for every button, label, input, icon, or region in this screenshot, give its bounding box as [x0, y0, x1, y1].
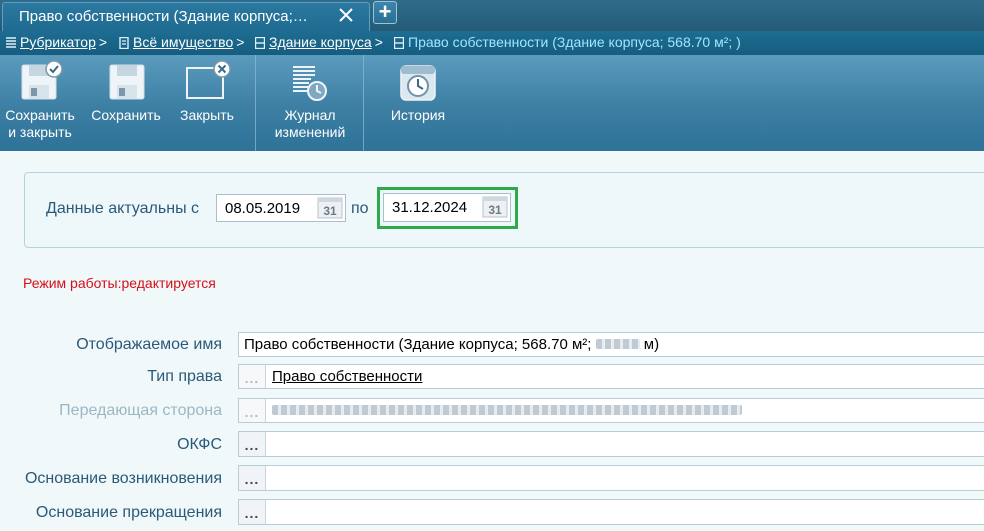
history-button[interactable]: История — [380, 55, 456, 151]
breadcrumb-link[interactable]: Рубрикатор — [20, 34, 96, 50]
calendar-day-label: 31 — [323, 204, 337, 218]
history-icon — [400, 65, 436, 101]
record-icon — [255, 37, 265, 49]
termination-basis-label: Основание прекращения — [35, 504, 222, 521]
close-icon[interactable] — [337, 6, 355, 24]
right-type-label: Тип права — [147, 368, 222, 385]
breadcrumb-separator: > — [236, 34, 245, 50]
date-from-input[interactable]: 08.05.2019 31 — [216, 194, 346, 222]
save-and-close-icon — [21, 60, 63, 100]
breadcrumb-current-label: Право собственности (Здание корпуса; 568… — [408, 34, 741, 50]
save-button[interactable]: Сохранить — [86, 55, 166, 151]
toolbar-separator — [363, 55, 364, 151]
breadcrumb-current: Право собственности (Здание корпуса; 568… — [394, 31, 741, 54]
termination-basis-field[interactable]: ... — [238, 499, 984, 525]
date-range-panel: Данные актуальны с 08.05.2019 31 по 31.1… — [24, 172, 984, 248]
close-button[interactable]: Закрыть — [172, 55, 242, 151]
toolbar: Сохранить и закрыть Сохранить Закрыть Жур… — [0, 55, 984, 151]
change-log-button[interactable]: Журнал изменений — [268, 55, 352, 151]
calendar-icon[interactable]: 31 — [482, 196, 508, 218]
history-label: История — [390, 107, 446, 123]
breadcrumb-item-all-property[interactable]: Всё имущество > — [119, 31, 244, 54]
date-from-value: 08.05.2019 — [225, 200, 301, 217]
right-type-picker-button[interactable]: ... — [239, 365, 266, 388]
breadcrumb-link[interactable]: Всё имущество — [133, 34, 233, 50]
redacted-text — [595, 339, 640, 349]
save-label: Сохранить — [91, 107, 161, 123]
right-type-field[interactable]: ... Право собственности — [238, 364, 984, 389]
okfs-label: ОКФС — [177, 436, 222, 453]
add-tab-button[interactable]: + — [373, 1, 397, 24]
origin-basis-field[interactable]: ... — [238, 465, 984, 491]
origin-basis-label: Основание возникновения — [24, 470, 222, 487]
tab-strip: Право собственности (Здание корпуса;… + — [0, 0, 984, 31]
breadcrumb-separator: > — [98, 34, 108, 50]
list-icon — [6, 37, 16, 48]
document-icon — [119, 37, 129, 49]
tab-title: Право собственности (Здание корпуса;… — [19, 8, 308, 25]
transferring-party-field[interactable]: ... — [238, 398, 984, 423]
termination-basis-picker-button[interactable]: ... — [239, 500, 266, 524]
breadcrumb-link[interactable]: Здание корпуса — [269, 34, 372, 50]
toolbar-separator — [255, 55, 256, 151]
origin-basis-picker-button[interactable]: ... — [239, 466, 266, 490]
close-window-icon — [186, 60, 231, 99]
breadcrumb-item-rubricator[interactable]: Рубрикатор > — [6, 31, 107, 54]
tab-ownership[interactable]: Право собственности (Здание корпуса;… — [2, 2, 370, 31]
breadcrumb-separator: > — [374, 34, 383, 50]
calendar-icon[interactable]: 31 — [317, 197, 343, 219]
mode-status: Режим работы:редактируется — [23, 275, 216, 291]
breadcrumb: Рубрикатор > Всё имущество > Здание корпус… — [0, 31, 984, 55]
change-log-label: Журнал изменений — [274, 107, 346, 140]
change-log-icon — [293, 66, 327, 101]
display-name-field[interactable]: Право собственности (Здание корпуса; 568… — [238, 332, 984, 357]
display-name-value: Право собственности (Здание корпуса; 568… — [244, 336, 660, 353]
okfs-field[interactable]: ... — [238, 431, 984, 457]
save-and-close-button[interactable]: Сохранить и закрыть — [0, 55, 80, 151]
calendar-day-label: 31 — [488, 203, 502, 217]
right-type-link[interactable]: Право собственности — [272, 368, 422, 385]
display-name-label: Отображаемое имя — [76, 336, 222, 353]
record-icon — [394, 37, 404, 49]
transferring-party-picker-button[interactable]: ... — [239, 399, 266, 422]
redacted-text — [272, 405, 742, 415]
save-and-close-label: Сохранить и закрыть — [5, 107, 75, 140]
date-range-label: Данные актуальны с — [46, 200, 200, 217]
transferring-party-value — [272, 402, 742, 419]
close-label: Закрыть — [180, 107, 234, 123]
save-icon — [109, 64, 145, 100]
transferring-party-label: Передающая сторона — [59, 402, 222, 419]
breadcrumb-item-building[interactable]: Здание корпуса > — [255, 31, 383, 54]
date-to-value: 31.12.2024 — [392, 199, 468, 216]
date-to-label: по — [351, 200, 369, 217]
date-to-input[interactable]: 31.12.2024 31 — [383, 193, 511, 222]
okfs-picker-button[interactable]: ... — [239, 432, 266, 456]
